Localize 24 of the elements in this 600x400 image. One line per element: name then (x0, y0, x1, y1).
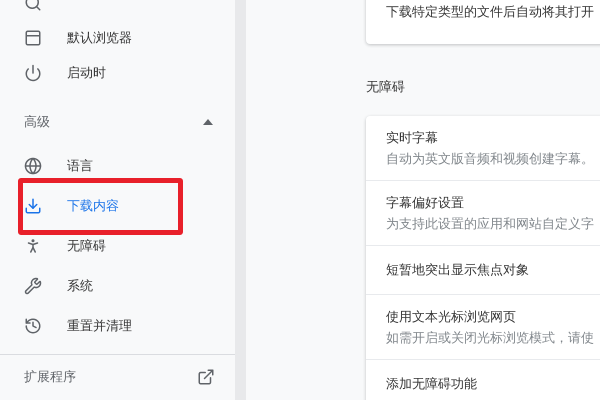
globe-icon (24, 156, 42, 175)
sidebar-item[interactable]: 启动时 (0, 56, 235, 91)
settings-row[interactable]: 下载特定类型的文件后自动将其打开 (366, 0, 600, 44)
power-icon (24, 64, 42, 82)
history-icon (24, 316, 42, 335)
settings-row[interactable]: 实时字幕 自动为英文版音频和视频创建字幕。 (366, 116, 600, 180)
section-header: 高级 (24, 114, 50, 132)
sidebar-item[interactable]: 语言 (0, 146, 235, 186)
sidebar-item[interactable]: 无障碍 (0, 226, 235, 266)
settings-row[interactable]: 字幕偏好设置 为支持此设置的应用和网站自定义字 (366, 180, 600, 245)
sidebar-item[interactable]: 重置并清理 (0, 306, 235, 346)
download-icon (24, 196, 42, 215)
settings-row[interactable]: 使用文本光标浏览网页 如需开启或关闭光标浏览模式，请使 (366, 294, 600, 359)
settings-row[interactable]: 短暂地突出显示焦点对象 (366, 245, 600, 294)
caret-icon[interactable] (203, 119, 213, 126)
sidebar-item[interactable]: 系统 (0, 266, 235, 306)
settings-row[interactable]: 添加无障碍功能 (366, 359, 600, 400)
section-title: 无障碍 (366, 79, 406, 97)
browser-window-icon (24, 29, 42, 48)
extensions-link[interactable]: 扩展程序 (0, 354, 235, 400)
sidebar-item[interactable]: 下载内容 (0, 186, 235, 226)
wrench-icon (24, 276, 42, 295)
external-link-icon (197, 368, 215, 386)
sidebar-item[interactable]: 默认浏览器 (0, 20, 235, 56)
